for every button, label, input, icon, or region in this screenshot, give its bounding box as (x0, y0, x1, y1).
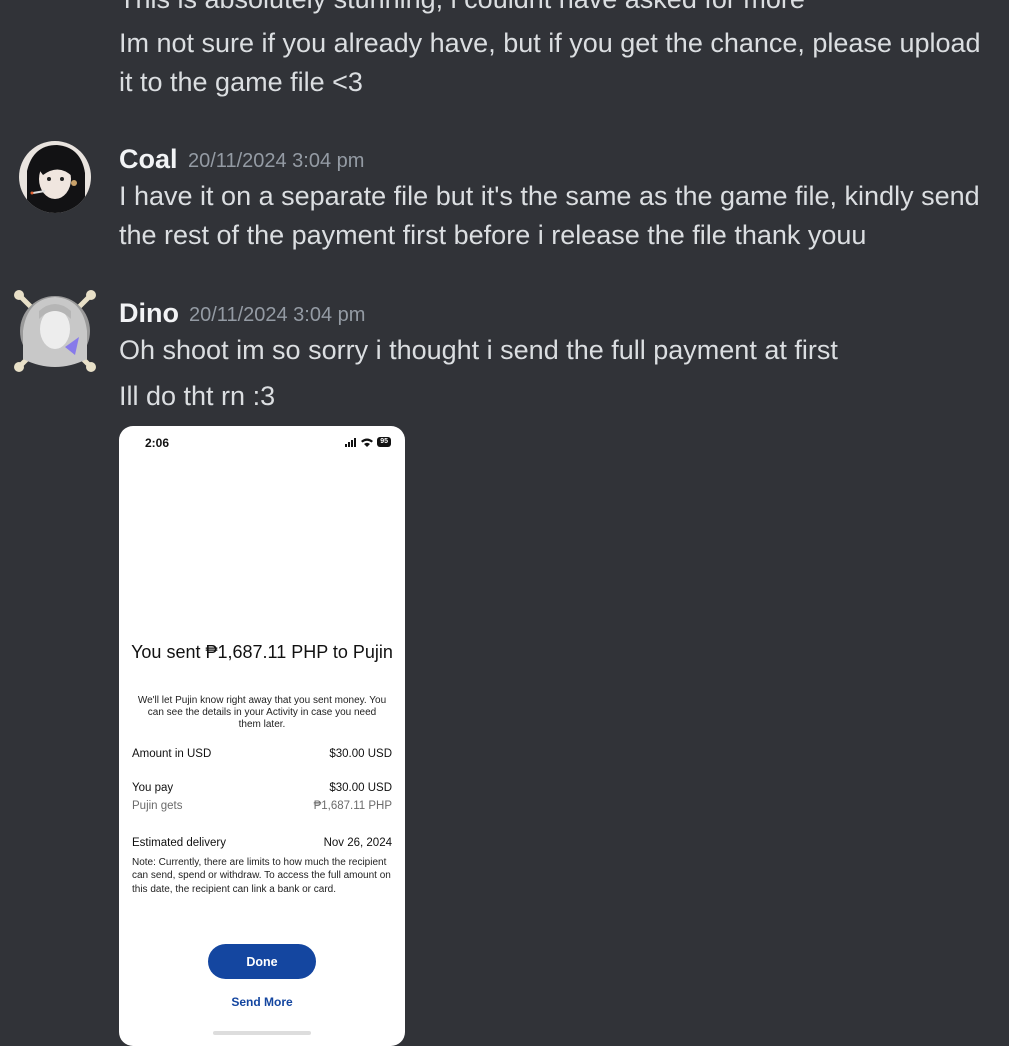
message-text: the rest of the payment first before i r… (119, 220, 867, 250)
avatar-coal[interactable] (19, 141, 91, 213)
payment-row: Pujin gets ₱1,687.11 PHP (132, 800, 392, 812)
message-text: it to the game file <3 (119, 67, 363, 97)
row-label: Amount in USD (132, 748, 212, 760)
row-label: Pujin gets (132, 800, 183, 812)
row-label: Estimated delivery (132, 837, 226, 849)
row-label: You pay (132, 782, 174, 794)
message-text: I have it on a separate file but it's th… (119, 181, 980, 211)
message-timestamp: 20/11/2024 3:04 pm (188, 150, 365, 172)
author-name[interactable]: Coal (119, 143, 178, 175)
signal-icon (345, 437, 357, 447)
payment-row: You pay $30.00 USD (132, 782, 392, 794)
phone-status-time: 2:06 (145, 436, 170, 450)
home-indicator (213, 1031, 311, 1035)
message-text: Ill do tht rn :3 (119, 381, 276, 411)
wifi-icon (361, 438, 374, 447)
payment-row: Estimated delivery Nov 26, 2024 (132, 837, 392, 849)
message-timestamp: 20/11/2024 3:04 pm (189, 304, 366, 326)
row-value: ₱1,687.11 PHP (313, 800, 392, 812)
battery-icon: 95 (377, 437, 391, 447)
payment-title: You sent ₱1,687.11 PHP to Pujin (131, 642, 393, 662)
payment-note: Note: Currently, there are limits to how… (132, 857, 391, 895)
message-text: Im not sure if you already have, but if … (119, 28, 981, 58)
payment-description: We'll let Pujin know right away that you… (137, 695, 387, 730)
row-value: $30.00 USD (329, 782, 392, 794)
done-button: Done (208, 944, 316, 979)
row-value: $30.00 USD (329, 748, 392, 760)
message-text-cut: This is absolutely stunning, i couldnt h… (119, 0, 989, 19)
avatar-dino[interactable] (13, 289, 97, 373)
send-more-link: Send More (231, 995, 293, 1009)
message-text: Oh shoot im so sorry i thought i send th… (119, 335, 838, 365)
author-name[interactable]: Dino (119, 297, 179, 329)
image-attachment[interactable]: 2:06 95 You sent ₱1,687.11 PHP to Pujin … (119, 426, 405, 1046)
phone-status-icons: 95 (345, 437, 391, 447)
row-value: Nov 26, 2024 (323, 837, 392, 849)
payment-row: Amount in USD $30.00 USD (132, 748, 392, 760)
